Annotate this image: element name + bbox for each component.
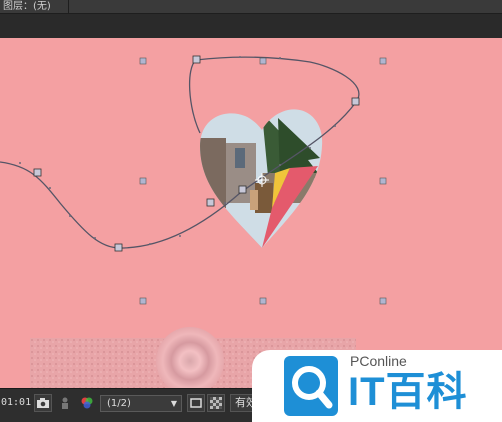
chevron-down-icon: ▼ <box>170 399 177 408</box>
magnifier-icon <box>292 366 333 409</box>
layer-title: 图层：(无) <box>3 1 51 12</box>
viewer-svg <box>0 55 387 388</box>
resolution-select[interactable]: (1/2) ▼ <box>100 395 182 412</box>
resolution-value: (1/2) <box>107 398 131 409</box>
transparency-grid-icon <box>210 397 222 409</box>
color-channels-icon <box>81 397 93 409</box>
timecode[interactable]: 01:01 <box>1 397 31 408</box>
panel-strip <box>0 14 502 38</box>
show-snapshot-button[interactable] <box>56 394 74 412</box>
snapshot-button[interactable] <box>34 394 52 412</box>
watermark-logo <box>284 356 338 416</box>
region-of-interest-icon <box>190 398 202 408</box>
watermark-badge: PConline IT百科 <box>252 350 502 422</box>
composition-panel-header: 图层：(无) <box>0 0 502 14</box>
camera-icon <box>37 398 49 408</box>
composition-viewer[interactable] <box>0 38 502 388</box>
region-of-interest-button[interactable] <box>187 394 205 412</box>
ripple-texture <box>156 327 224 388</box>
header-divider <box>68 0 69 14</box>
transparency-grid-button[interactable] <box>207 394 225 412</box>
watermark-subtitle: PConline <box>350 353 407 369</box>
person-icon <box>62 397 68 409</box>
watermark-brand: IT百科 <box>348 370 468 414</box>
channel-button[interactable] <box>78 394 96 412</box>
heart-image <box>200 109 323 249</box>
